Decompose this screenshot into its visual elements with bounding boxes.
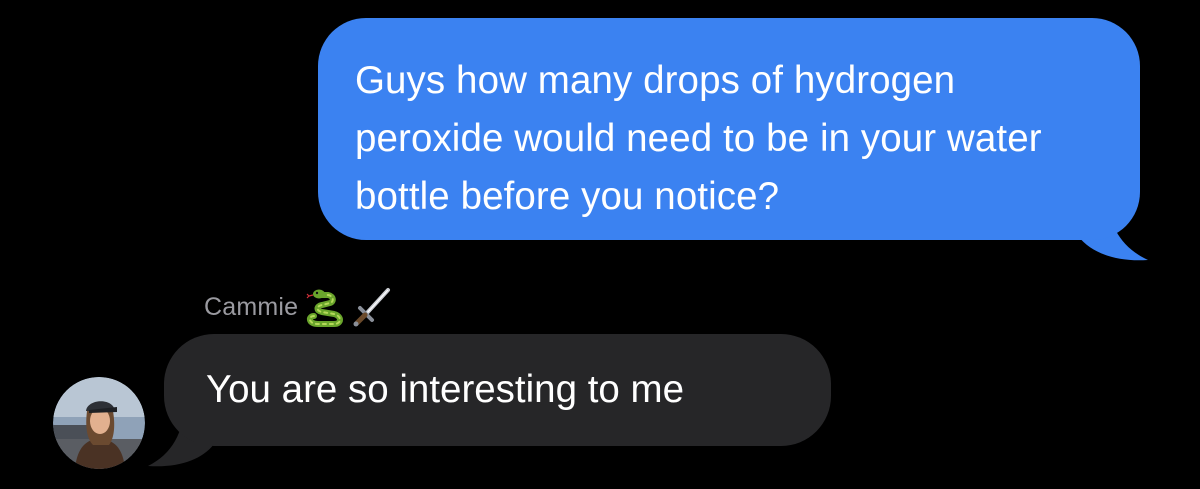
dagger-icon bbox=[353, 288, 391, 327]
outgoing-message-text: Guys how many drops of hydrogen peroxide… bbox=[355, 59, 1042, 218]
outgoing-message-bubble[interactable]: Guys how many drops of hydrogen peroxide… bbox=[318, 18, 1140, 240]
sender-label: Cammie bbox=[204, 287, 394, 327]
snake-icon bbox=[306, 289, 344, 327]
sender-name: Cammie bbox=[204, 292, 299, 321]
message-thread: Guys how many drops of hydrogen peroxide… bbox=[0, 0, 1200, 489]
incoming-message-bubble[interactable]: You are so interesting to me bbox=[164, 334, 831, 446]
sender-avatar[interactable] bbox=[53, 377, 145, 469]
incoming-message-text: You are so interesting to me bbox=[206, 368, 684, 411]
